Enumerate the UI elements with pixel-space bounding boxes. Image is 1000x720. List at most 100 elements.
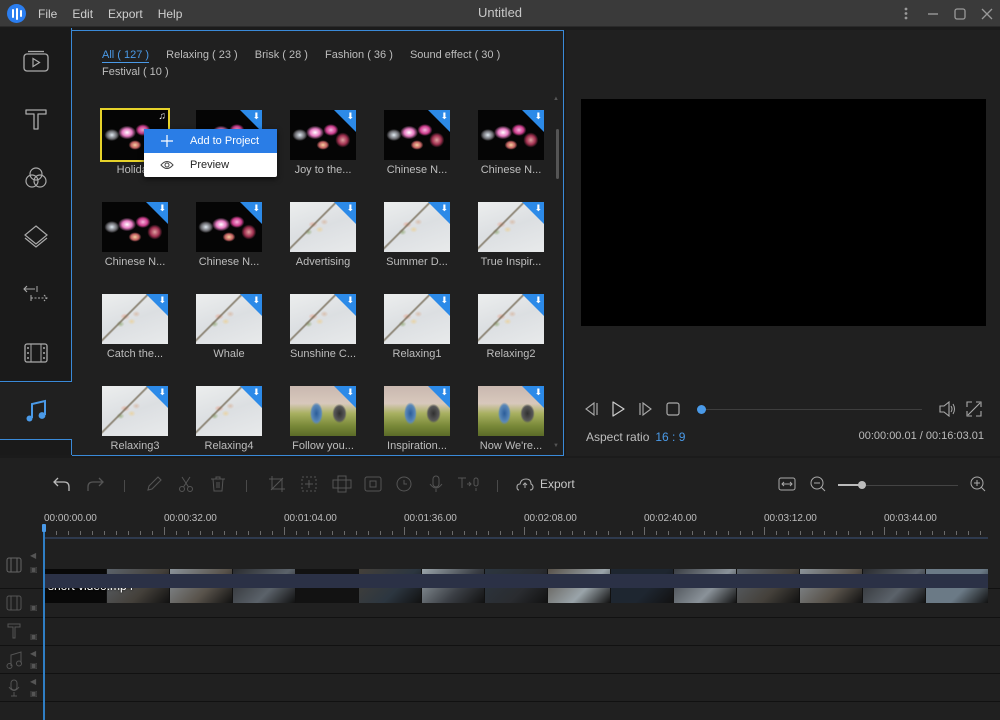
tool-filters[interactable]	[0, 158, 72, 198]
volume-button[interactable]	[938, 400, 956, 418]
music-thumbnail[interactable]: ⬇	[102, 202, 168, 252]
music-thumbnail[interactable]: ⬇	[196, 294, 262, 344]
playback-progress-handle[interactable]	[697, 405, 706, 414]
download-icon[interactable]: ⬇	[252, 387, 260, 397]
tool-transitions[interactable]	[0, 274, 72, 314]
music-item[interactable]: ⬇ Relaxing2	[476, 294, 546, 360]
download-icon[interactable]: ⬇	[534, 203, 542, 213]
download-icon[interactable]: ⬇	[158, 203, 166, 213]
music-item[interactable]: ⬇ Chinese N...	[476, 110, 546, 176]
lock-icon[interactable]: ▣	[30, 565, 38, 574]
download-icon[interactable]: ⬇	[346, 387, 354, 397]
fit-timeline-button[interactable]	[778, 475, 796, 493]
play-button[interactable]	[609, 400, 627, 418]
lock-icon[interactable]: ▣	[30, 632, 38, 641]
more-button[interactable]	[892, 0, 919, 27]
music-thumbnail[interactable]: ⬇	[290, 386, 356, 436]
menu-help[interactable]: Help	[158, 7, 183, 21]
scrollbar-thumb[interactable]	[556, 129, 559, 179]
video-preview[interactable]	[581, 99, 986, 326]
menu-edit[interactable]: Edit	[72, 7, 93, 21]
music-item[interactable]: ⬇ Joy to the...	[288, 110, 358, 176]
music-thumbnail[interactable]: ⬇	[196, 386, 262, 436]
music-item[interactable]: ⬇ Advertising	[288, 202, 358, 268]
music-item[interactable]: ⬇ Sunshine C...	[288, 294, 358, 360]
record-voice-button[interactable]	[429, 475, 443, 493]
zoom-out-button[interactable]	[810, 475, 826, 493]
music-thumbnail[interactable]: ⬇	[384, 386, 450, 436]
download-icon[interactable]: ⬇	[346, 111, 354, 121]
scroll-up-arrow[interactable]: ▲	[553, 96, 559, 102]
music-item[interactable]: ⬇ Now We're...	[476, 386, 546, 452]
tool-music[interactable]	[0, 383, 72, 439]
category-sound-effect[interactable]: Sound effect ( 30 )	[410, 47, 500, 64]
download-icon[interactable]: ⬇	[252, 295, 260, 305]
category-brisk[interactable]: Brisk ( 28 )	[255, 47, 308, 64]
download-icon[interactable]: ⬇	[346, 203, 354, 213]
download-icon[interactable]: ⬇	[440, 295, 448, 305]
download-icon[interactable]: ⬇	[440, 111, 448, 121]
music-item[interactable]: ⬇ Follow you...	[288, 386, 358, 452]
music-thumbnail[interactable]: ⬇	[290, 294, 356, 344]
scroll-down-arrow[interactable]: ▼	[553, 443, 559, 449]
download-icon[interactable]: ⬇	[534, 387, 542, 397]
download-icon[interactable]: ⬇	[440, 387, 448, 397]
music-item[interactable]: ⬇ Chinese N...	[382, 110, 452, 176]
playback-progress-track[interactable]	[702, 409, 922, 410]
music-item[interactable]: ⬇ Inspiration...	[382, 386, 452, 452]
lock-icon[interactable]: ▣	[30, 689, 38, 698]
download-icon[interactable]: ⬇	[158, 295, 166, 305]
category-all[interactable]: All ( 127 )	[102, 48, 150, 63]
music-thumbnail[interactable]: ⬇	[478, 386, 544, 436]
text-to-speech-button[interactable]	[457, 475, 481, 493]
crop-button[interactable]	[268, 475, 286, 493]
maximize-button[interactable]	[946, 0, 973, 27]
download-icon[interactable]: ⬇	[534, 295, 542, 305]
music-item[interactable]: ⬇ Chinese N...	[194, 202, 264, 268]
playhead[interactable]	[43, 526, 45, 720]
download-icon[interactable]: ⬇	[440, 203, 448, 213]
mute-icon[interactable]: ◀	[30, 677, 36, 686]
music-thumbnail[interactable]: ⬇	[196, 202, 262, 252]
music-thumbnail[interactable]: ⬇	[478, 110, 544, 160]
download-icon[interactable]: ⬇	[346, 295, 354, 305]
freeze-frame-button[interactable]	[332, 475, 352, 493]
minimize-button[interactable]	[919, 0, 946, 27]
download-icon[interactable]: ⬇	[534, 111, 542, 121]
music-thumbnail[interactable]: ⬇	[384, 202, 450, 252]
aspect-ratio-value[interactable]: 16 : 9	[655, 430, 685, 444]
mute-icon[interactable]: ◀	[30, 649, 36, 658]
menu-file[interactable]: File	[38, 7, 57, 21]
category-fashion[interactable]: Fashion ( 36 )	[325, 47, 393, 64]
music-thumbnail[interactable]: ⬇	[290, 202, 356, 252]
music-item[interactable]: ⬇ Relaxing3	[100, 386, 170, 452]
music-thumbnail[interactable]: ⬇	[102, 386, 168, 436]
edit-button[interactable]	[146, 475, 162, 493]
pip-button[interactable]	[364, 475, 382, 493]
music-thumbnail[interactable]: ⬇	[384, 110, 450, 160]
close-button[interactable]	[973, 0, 1000, 27]
redo-button[interactable]	[86, 475, 104, 493]
music-item[interactable]: ⬇ Catch the...	[100, 294, 170, 360]
mute-icon[interactable]: ◀	[30, 551, 36, 560]
fullscreen-button[interactable]	[965, 400, 983, 418]
music-item[interactable]: ⬇ Relaxing1	[382, 294, 452, 360]
tool-media[interactable]	[0, 41, 72, 81]
lock-icon[interactable]: ▣	[30, 661, 38, 670]
category-festival[interactable]: Festival ( 10 )	[102, 64, 169, 81]
download-icon[interactable]: ⬇	[158, 387, 166, 397]
music-thumbnail[interactable]: ⬇	[384, 294, 450, 344]
stop-button[interactable]	[664, 400, 682, 418]
undo-button[interactable]	[53, 475, 71, 493]
next-frame-button[interactable]	[636, 400, 654, 418]
export-button[interactable]: Export	[516, 475, 575, 493]
mosaic-button[interactable]	[300, 475, 318, 493]
music-item[interactable]: ⬇ True Inspir...	[476, 202, 546, 268]
music-item[interactable]: ⬇ Summer D...	[382, 202, 452, 268]
add-to-project-menu-item[interactable]: Add to Project	[144, 129, 277, 153]
duration-button[interactable]	[396, 475, 412, 493]
category-relaxing[interactable]: Relaxing ( 23 )	[166, 47, 238, 64]
clip-audio-waveform[interactable]	[44, 574, 988, 588]
cut-button[interactable]	[178, 475, 194, 493]
lock-icon[interactable]: ▣	[30, 603, 38, 612]
